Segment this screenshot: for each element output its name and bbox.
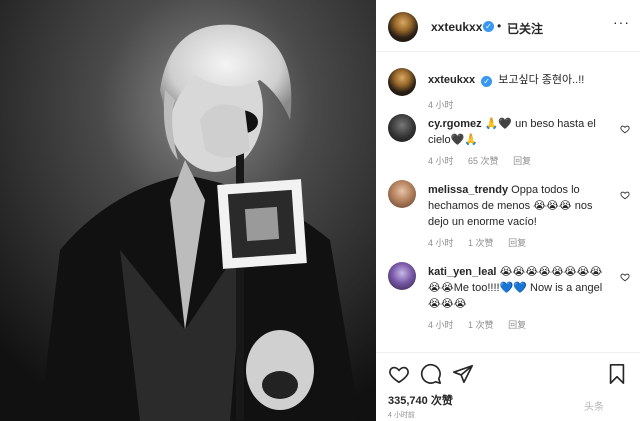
caption: xxteukxx ✓ 보고싶다 종현아..!!	[428, 72, 628, 88]
comment-avatar[interactable]	[388, 262, 416, 290]
reply-button[interactable]: 回复	[513, 156, 531, 166]
comment-username[interactable]: cy.rgomez	[428, 118, 482, 130]
comment-time: 4 小时	[428, 320, 454, 330]
comment: kati_yen_leal 😭😭😭😭😭😭😭😭😭😭Me too!!!!💙💙 Now…	[428, 264, 604, 312]
comment-username[interactable]: melissa_trendy	[428, 184, 508, 196]
post-timestamp: 4 小时前	[388, 412, 415, 419]
post-panel: xxteukxx ✓ • 已关注 xxteukxx ✓ 보고싶다 종현아..!!…	[376, 0, 640, 421]
comment: cy.rgomez 🙏🖤 un beso hasta el cielo🖤🙏	[428, 116, 604, 148]
comment-like-heart-icon[interactable]	[620, 190, 630, 200]
post-photo[interactable]	[0, 0, 376, 421]
reply-button[interactable]: 回复	[508, 320, 526, 330]
caption-time: 4 小时	[428, 98, 466, 111]
comment: melissa_trendy Oppa todos lo hechamos de…	[428, 182, 604, 230]
verified-badge-icon: ✓	[483, 21, 494, 32]
caption-avatar[interactable]	[388, 68, 416, 96]
action-bar	[376, 352, 640, 392]
owner-username[interactable]: xxteukxx	[431, 20, 482, 34]
caption-username[interactable]: xxteukxx	[428, 74, 475, 86]
heart-icon[interactable]	[388, 363, 410, 385]
post-header: xxteukxx ✓ • 已关注	[376, 0, 640, 52]
comment-like-heart-icon[interactable]	[620, 124, 630, 134]
watermark: 头条	[584, 402, 604, 413]
comment-likes[interactable]: 1 次赞	[468, 238, 494, 248]
comment-like-heart-icon[interactable]	[620, 272, 630, 282]
singer-photo	[0, 0, 376, 421]
share-icon[interactable]	[452, 363, 474, 385]
caption-timestamp: 4 小时	[428, 100, 454, 110]
comment-time: 4 小时	[428, 238, 454, 248]
comment-username[interactable]: kati_yen_leal	[428, 266, 497, 278]
comment-icon[interactable]	[420, 363, 442, 385]
caption-verified-icon: ✓	[481, 76, 493, 87]
comment-meta: 4 小时 65 次赞 回复	[428, 154, 543, 167]
comment-avatar[interactable]	[388, 180, 416, 208]
owner-avatar[interactable]	[388, 12, 418, 42]
comment-time: 4 小时	[428, 156, 454, 166]
comment-likes[interactable]: 65 次赞	[468, 156, 499, 166]
separator-dot: •	[497, 19, 502, 33]
likes-count[interactable]: 335,740 次赞	[388, 392, 453, 408]
comment-meta: 4 小时 1 次赞 回复	[428, 318, 538, 331]
following-button[interactable]: 已关注	[507, 20, 543, 37]
reply-button[interactable]: 回复	[508, 238, 526, 248]
bookmark-icon[interactable]	[606, 363, 628, 385]
more-horizontal-icon[interactable]: ···	[613, 14, 630, 30]
comment-likes[interactable]: 1 次赞	[468, 320, 494, 330]
caption-text: 보고싶다 종현아..!!	[498, 74, 585, 86]
comment-avatar[interactable]	[388, 114, 416, 142]
comment-meta: 4 小时 1 次赞 回复	[428, 236, 538, 249]
